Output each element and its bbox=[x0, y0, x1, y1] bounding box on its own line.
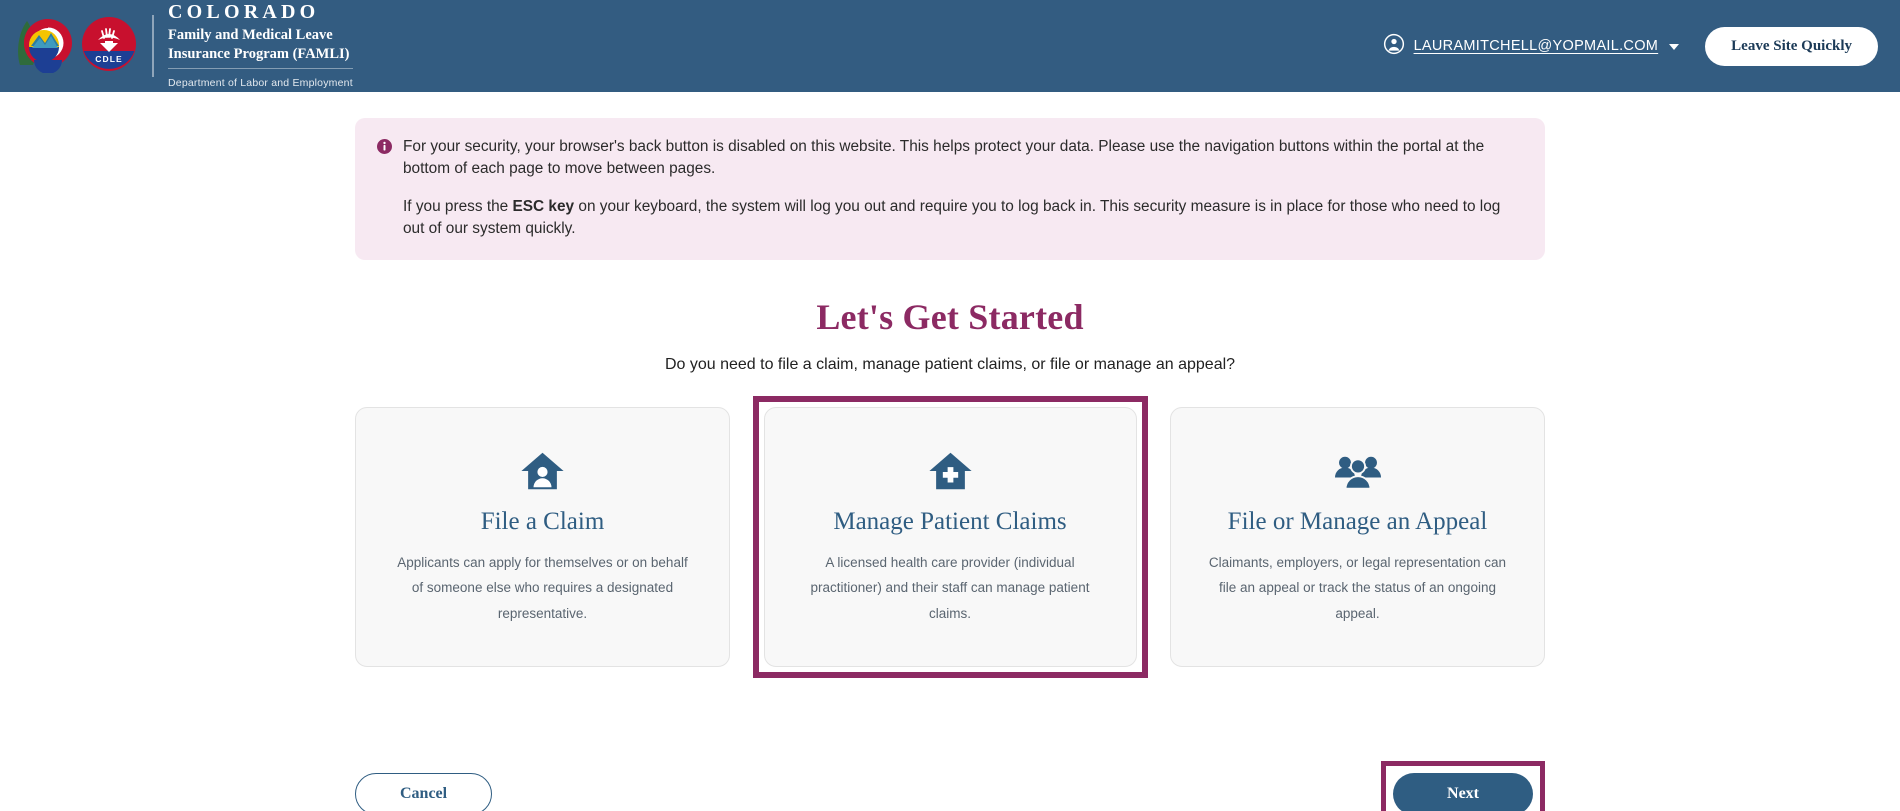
option-card-file-or-manage-an-appeal[interactable]: File or Manage an Appeal Claimants, empl… bbox=[1170, 406, 1545, 667]
card-description: A licensed health care provider (individ… bbox=[810, 554, 1090, 621]
brand-department-wrap: Department of Labor and Employment bbox=[168, 67, 353, 91]
card-title: File or Manage an Appeal bbox=[1227, 507, 1488, 535]
security-alert-text: For your security, your browser's back b… bbox=[403, 136, 1519, 240]
cdle-seal-logo-icon: CDLE bbox=[80, 15, 138, 78]
home-person-icon bbox=[519, 446, 566, 494]
alert-esc-key-emphasis: ESC key bbox=[512, 197, 575, 215]
content-container: For your security, your browser's back b… bbox=[355, 118, 1545, 811]
user-account-menu[interactable]: LAURAMITCHELL@YOPMAIL.COM bbox=[1383, 33, 1680, 60]
alert-paragraph-2: If you press the ESC key on your keyboar… bbox=[403, 196, 1519, 240]
info-circle-icon bbox=[377, 139, 392, 159]
header-actions: LAURAMITCHELL@YOPMAIL.COM Leave Site Qui… bbox=[1383, 26, 1878, 66]
user-circle-icon bbox=[1383, 33, 1405, 60]
leave-site-quickly-button[interactable]: Leave Site Quickly bbox=[1705, 26, 1878, 66]
brand-program-line-1: Family and Medical Leave bbox=[168, 27, 333, 44]
logo-marks: CDLE bbox=[14, 15, 152, 78]
page-subtitle: Do you need to file a claim, manage pati… bbox=[664, 355, 1236, 373]
alert-paragraph-2-pre: If you press the bbox=[403, 197, 513, 215]
brand-divider bbox=[152, 15, 154, 77]
brand-text: COLORADO Family and Medical Leave Insura… bbox=[168, 1, 353, 90]
next-button[interactable]: Next bbox=[1393, 772, 1533, 811]
card-description: Claimants, employers, or legal represent… bbox=[1208, 554, 1507, 621]
brand-program-line-2: Insurance Program (FAMLI) bbox=[168, 46, 350, 62]
colorado-c-logo-icon bbox=[14, 15, 76, 78]
alert-paragraph-1: For your security, your browser's back b… bbox=[403, 138, 1485, 177]
card-slot-file-or-manage-an-appeal: File or Manage an Appeal Claimants, empl… bbox=[1170, 406, 1545, 667]
card-title: Manage Patient Claims bbox=[833, 507, 1067, 535]
card-description: Applicants can apply for themselves or o… bbox=[397, 554, 688, 621]
cancel-button[interactable]: Cancel bbox=[355, 772, 493, 811]
cdle-seal-label: CDLE bbox=[95, 54, 123, 64]
card-slot-file-a-claim: File a Claim Applicants can apply for th… bbox=[355, 406, 730, 667]
people-group-icon bbox=[1332, 446, 1384, 494]
card-title: File a Claim bbox=[480, 507, 605, 535]
home-medical-cross-icon bbox=[927, 446, 974, 494]
security-alert-banner: For your security, your browser's back b… bbox=[355, 118, 1545, 260]
form-actions: Cancel Next bbox=[355, 760, 1545, 811]
选择-cards-row: File a Claim Applicants can apply for th… bbox=[355, 395, 1545, 727]
user-email-label: LAURAMITCHELL@YOPMAIL.COM bbox=[1413, 38, 1659, 54]
option-card-file-a-claim[interactable]: File a Claim Applicants can apply for th… bbox=[355, 406, 730, 667]
option-card-manage-patient-claims[interactable]: Manage Patient Claims A licensed health … bbox=[763, 406, 1137, 667]
card-slot-manage-patient-claims: Manage Patient Claims A licensed health … bbox=[752, 395, 1148, 678]
brand-department: Department of Labor and Employment bbox=[168, 76, 353, 89]
brand-program-name: Family and Medical Leave Insurance Progr… bbox=[168, 26, 353, 63]
brand-state-name: COLORADO bbox=[168, 1, 320, 24]
chevron-down-icon bbox=[1669, 44, 1680, 50]
page-title: Let's Get Started bbox=[816, 296, 1084, 337]
site-header: CDLE COLORADO Family and Medical Leave I… bbox=[0, 0, 1900, 92]
page-body: For your security, your browser's back b… bbox=[0, 92, 1900, 811]
next-button-highlight: Next bbox=[1381, 760, 1545, 811]
brand-lockup: CDLE COLORADO Family and Medical Leave I… bbox=[14, 1, 353, 90]
